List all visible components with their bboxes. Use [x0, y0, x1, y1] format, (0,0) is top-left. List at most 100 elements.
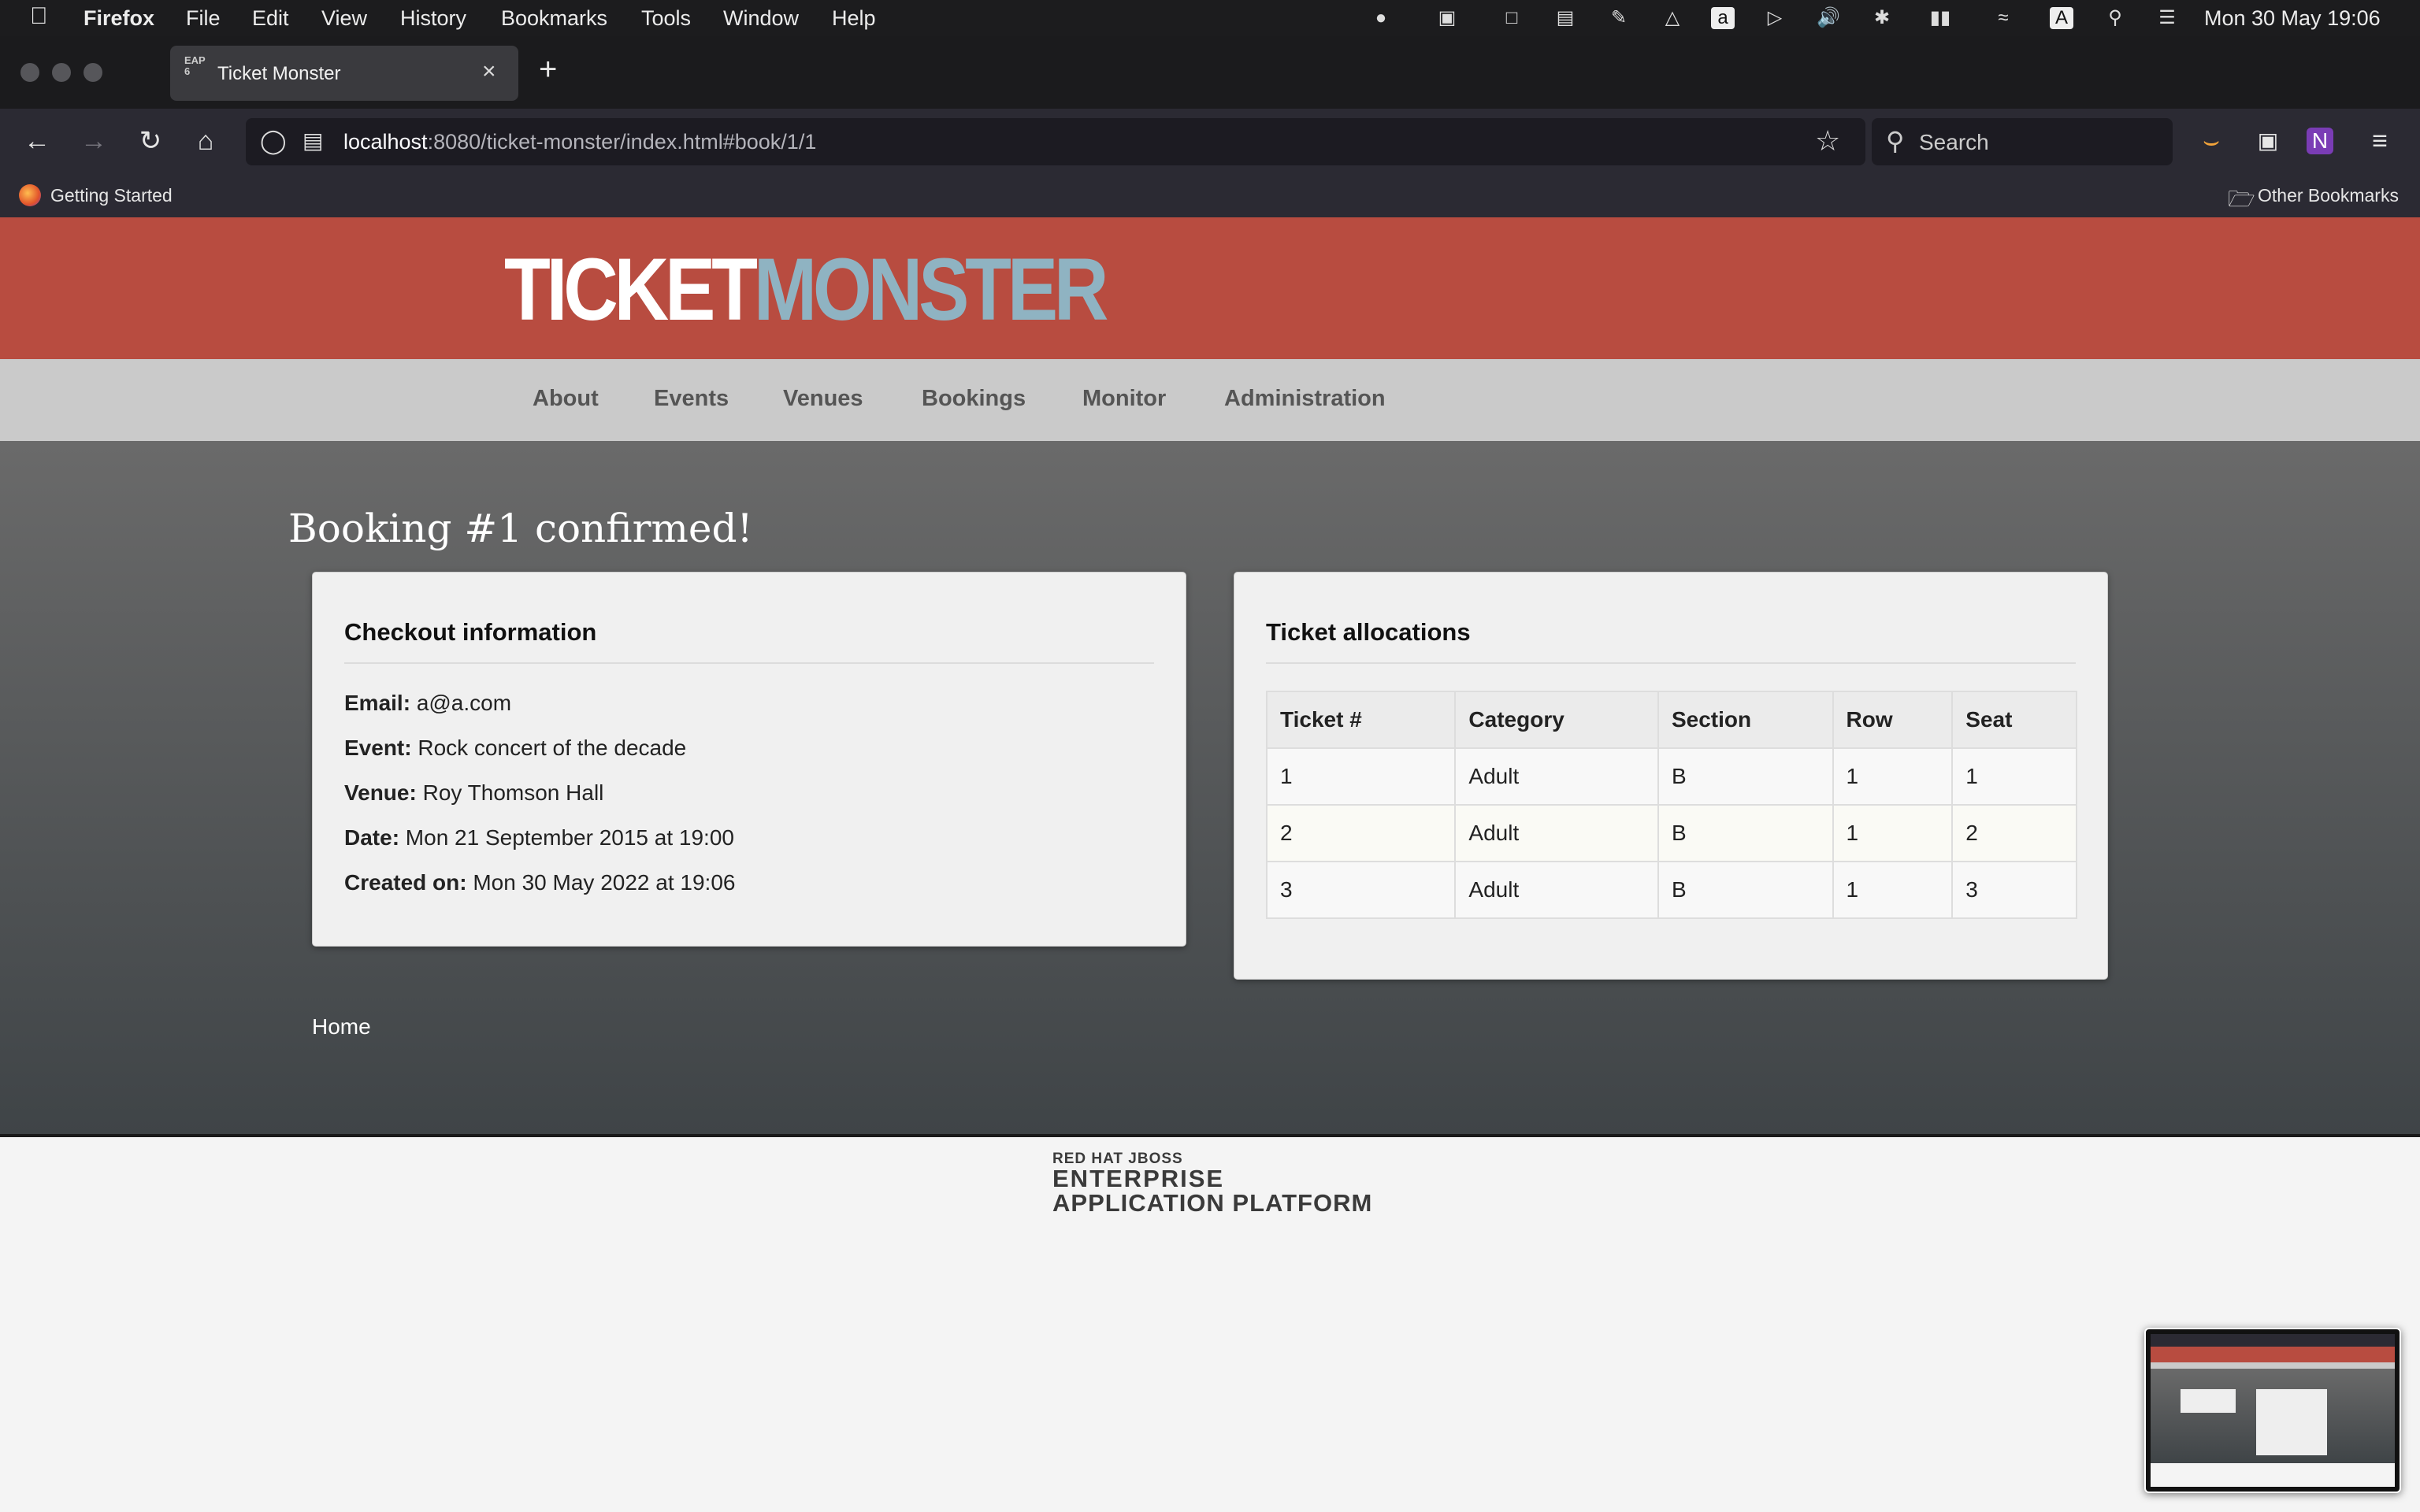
table-row: 1 Adult B 1 1: [1265, 747, 2077, 806]
info-date: Date: Mon 21 September 2015 at 19:00: [344, 825, 734, 850]
tab-title: Ticket Monster: [217, 63, 341, 84]
menu-app-name[interactable]: Firefox: [84, 6, 154, 31]
cell-row: 1: [1832, 747, 1954, 806]
table-row: 3 Adult B 1 3: [1265, 861, 2077, 919]
tab-close-icon[interactable]: ×: [482, 58, 496, 85]
cell-seat: 3: [1951, 861, 2077, 919]
bookmarks-toolbar: Getting Started 🗁 Other Bookmarks: [0, 173, 2420, 217]
url-text[interactable]: localhost:8080/ticket-monster/index.html…: [343, 130, 816, 154]
clock[interactable]: Mon 30 May 19:06: [2204, 6, 2381, 31]
docker-icon[interactable]: ▣: [1435, 7, 1459, 29]
folder-icon: 🗁: [2228, 187, 2255, 211]
battery-icon[interactable]: ▮▮: [1921, 7, 1960, 29]
nav-venues[interactable]: Venues: [783, 386, 863, 412]
col-section: Section: [1657, 691, 1834, 749]
control-center-icon[interactable]: ☰: [2155, 7, 2179, 29]
tab-strip: EAP 6 Ticket Monster × +: [0, 36, 2420, 109]
home-link[interactable]: Home: [312, 1014, 371, 1040]
page-icon: ▤: [302, 128, 324, 153]
back-arrow-icon[interactable]: ←: [19, 123, 55, 159]
info-value: a@a.com: [416, 691, 512, 715]
col-seat: Seat: [1951, 691, 2077, 749]
col-ticket: Ticket #: [1265, 691, 1457, 749]
logo-monster: MONSTER: [753, 240, 1109, 339]
footer-line3: APPLICATION PLATFORM: [1052, 1189, 1373, 1217]
menu-file[interactable]: File: [186, 6, 221, 31]
forward-arrow-icon[interactable]: →: [76, 123, 112, 159]
url-path: :8080/ticket-monster/index.html#book/1/1: [427, 130, 817, 154]
cell-ticket: 3: [1265, 861, 1457, 919]
thumb-nav: [2151, 1362, 2395, 1369]
home-icon[interactable]: ⌂: [187, 123, 224, 159]
screenshot-thumbnail[interactable]: [2144, 1328, 2401, 1493]
divider: [1266, 662, 2076, 664]
menu-bookmarks[interactable]: Bookmarks: [501, 6, 607, 31]
nav-monitor[interactable]: Monitor: [1082, 386, 1166, 412]
window-minimize-button[interactable]: [52, 63, 71, 82]
bookmark-star-icon[interactable]: ☆: [1815, 124, 1840, 158]
nav-events[interactable]: Events: [654, 386, 729, 412]
info-created: Created on: Mon 30 May 2022 at 19:06: [344, 870, 735, 895]
site-logo[interactable]: TICKETMONSTER: [504, 246, 1108, 334]
info-label: Date:: [344, 825, 400, 850]
tab-ticket-monster[interactable]: EAP 6 Ticket Monster ×: [170, 46, 518, 101]
play-icon[interactable]: ▷: [1763, 7, 1787, 29]
table-header-row: Ticket # Category Section Row Seat: [1265, 691, 2077, 749]
logo-ticket: TICKET: [504, 240, 758, 339]
site-nav: About Events Venues Bookings Monitor Adm…: [0, 359, 2420, 441]
info-value: Mon 21 September 2015 at 19:00: [405, 825, 734, 850]
info-event: Event: Rock concert of the decade: [344, 736, 686, 761]
new-tab-icon[interactable]: +: [539, 52, 557, 87]
info-value: Roy Thomson Hall: [422, 780, 604, 805]
wifi-icon[interactable]: ≈: [1991, 7, 2015, 29]
bluetooth-icon[interactable]: ✱: [1870, 7, 1894, 29]
menu-history[interactable]: History: [400, 6, 466, 31]
spotlight-search-icon[interactable]: ⚲: [2103, 7, 2127, 29]
cell-row: 1: [1832, 804, 1954, 862]
shield-icon[interactable]: ◯: [260, 128, 287, 155]
firefox-logo-icon: [19, 184, 41, 206]
reload-icon[interactable]: ↻: [132, 123, 169, 159]
nav-about[interactable]: About: [533, 386, 599, 412]
cell-category: Adult: [1454, 747, 1659, 806]
cell-section: B: [1657, 804, 1834, 862]
thumb-panel-right: [2256, 1389, 2327, 1455]
main-content: Booking #1 confirmed! Checkout informati…: [0, 441, 2420, 1134]
cell-ticket: 2: [1265, 804, 1457, 862]
amazon-icon[interactable]: a: [1711, 7, 1735, 29]
navigation-toolbar: ← → ↻ ⌂ ◯ ▤ localhost:8080/ticket-monste…: [0, 109, 2420, 173]
app-tray-icon[interactable]: ●: [1369, 7, 1393, 29]
bookmark-other[interactable]: Other Bookmarks: [2258, 185, 2399, 206]
search-box[interactable]: ⚲ Search: [1872, 118, 2173, 165]
amazon-extension-icon[interactable]: ⌣: [2193, 123, 2229, 159]
menu-help[interactable]: Help: [832, 6, 876, 31]
thumb-header: [2151, 1347, 2395, 1362]
hamburger-menu-icon[interactable]: ≡: [2362, 123, 2398, 159]
jboss-eap-logo: RED HAT JBOSS ENTERPRISE APPLICATION PLA…: [1052, 1151, 1372, 1215]
reader-extension-icon[interactable]: ▣: [2250, 123, 2286, 159]
triangle-icon[interactable]: △: [1661, 7, 1684, 29]
checkout-panel: Checkout information Email: a@a.com Even…: [312, 572, 1186, 947]
nav-bookings[interactable]: Bookings: [922, 386, 1026, 412]
divider: [344, 662, 1154, 664]
window-zoom-button[interactable]: [84, 63, 102, 82]
pen-icon[interactable]: ✎: [1607, 7, 1631, 29]
volume-icon[interactable]: 🔊: [1817, 7, 1840, 29]
document-icon[interactable]: ▤: [1553, 7, 1577, 29]
menu-window[interactable]: Window: [723, 6, 799, 31]
menu-tools[interactable]: Tools: [641, 6, 691, 31]
input-source-icon[interactable]: A: [2050, 7, 2073, 29]
cell-row: 1: [1832, 861, 1954, 919]
tickets-table: Ticket # Category Section Row Seat 1 Adu…: [1265, 691, 2077, 919]
onenote-extension-icon[interactable]: N: [2307, 128, 2333, 154]
apple-icon[interactable]: : [30, 3, 48, 30]
window-close-button[interactable]: [20, 63, 39, 82]
nav-administration[interactable]: Administration: [1224, 386, 1386, 412]
menu-edit[interactable]: Edit: [252, 6, 289, 31]
window-icon[interactable]: □: [1500, 7, 1524, 29]
table-row: 2 Adult B 1 2: [1265, 804, 2077, 862]
bookmark-getting-started[interactable]: Getting Started: [50, 185, 173, 206]
menu-view[interactable]: View: [321, 6, 367, 31]
address-bar[interactable]: ◯ ▤ localhost:8080/ticket-monster/index.…: [246, 118, 1865, 165]
info-email: Email: a@a.com: [344, 691, 511, 716]
